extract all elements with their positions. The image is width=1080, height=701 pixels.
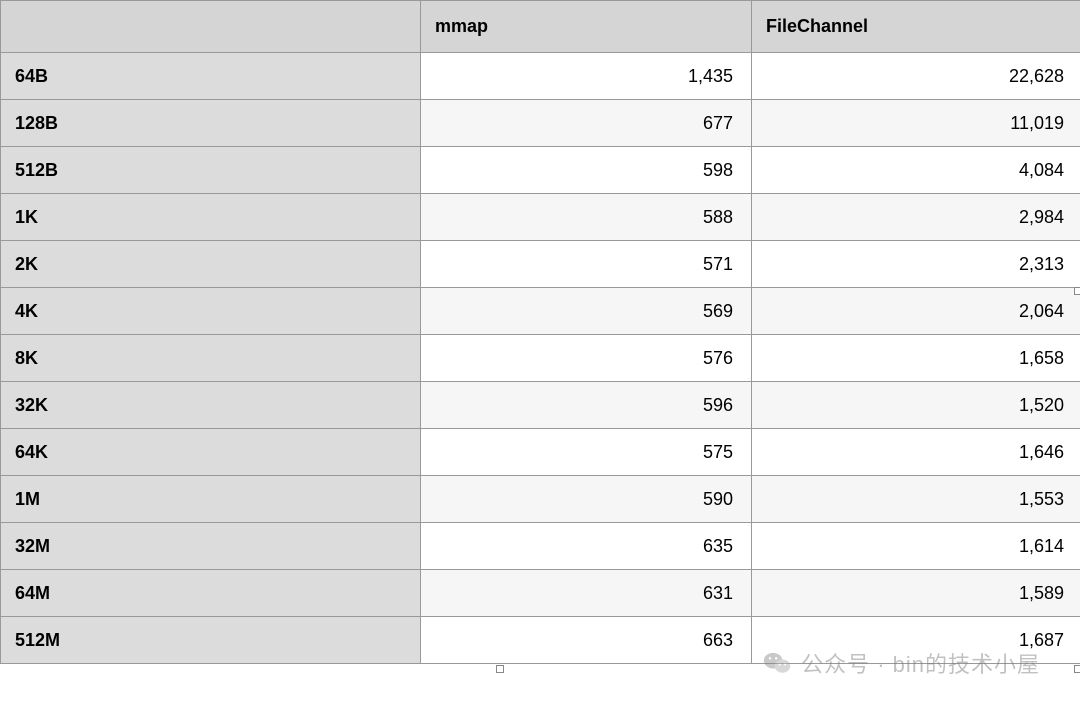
- cell-filechannel: 22,628: [752, 53, 1080, 100]
- cell-mmap: 1,435: [421, 53, 752, 100]
- cell-mmap: 631: [421, 570, 752, 617]
- row-label: 64B: [1, 53, 421, 100]
- cell-filechannel: 11,019: [752, 100, 1080, 147]
- header-mmap: mmap: [421, 1, 752, 53]
- cell-filechannel: 1,646: [752, 429, 1080, 476]
- cell-filechannel: 2,064: [752, 288, 1080, 335]
- cell-mmap: 575: [421, 429, 752, 476]
- row-label: 4K: [1, 288, 421, 335]
- table-row: 2K 571 2,313: [1, 241, 1080, 288]
- table-row: 8K 576 1,658: [1, 335, 1080, 382]
- header-row: mmap FileChannel: [1, 1, 1080, 53]
- row-label: 128B: [1, 100, 421, 147]
- cell-mmap: 588: [421, 194, 752, 241]
- cell-filechannel: 1,658: [752, 335, 1080, 382]
- row-label: 512M: [1, 617, 421, 664]
- row-label: 32K: [1, 382, 421, 429]
- row-label: 64M: [1, 570, 421, 617]
- cell-mmap: 569: [421, 288, 752, 335]
- row-label: 8K: [1, 335, 421, 382]
- table-row: 4K 569 2,064: [1, 288, 1080, 335]
- row-label: 512B: [1, 147, 421, 194]
- row-label: 2K: [1, 241, 421, 288]
- cell-filechannel: 4,084: [752, 147, 1080, 194]
- cell-filechannel: 1,614: [752, 523, 1080, 570]
- cell-mmap: 596: [421, 382, 752, 429]
- cell-mmap: 571: [421, 241, 752, 288]
- row-label: 1M: [1, 476, 421, 523]
- table-row: 64B 1,435 22,628: [1, 53, 1080, 100]
- table-row: 32M 635 1,614: [1, 523, 1080, 570]
- table-row: 1K 588 2,984: [1, 194, 1080, 241]
- table-row: 1M 590 1,553: [1, 476, 1080, 523]
- row-label: 1K: [1, 194, 421, 241]
- cell-mmap: 663: [421, 617, 752, 664]
- table-row: 64M 631 1,589: [1, 570, 1080, 617]
- cell-mmap: 598: [421, 147, 752, 194]
- row-label: 64K: [1, 429, 421, 476]
- selection-handle-icon: [1074, 665, 1080, 673]
- cell-filechannel: 1,589: [752, 570, 1080, 617]
- cell-filechannel: 1,553: [752, 476, 1080, 523]
- table-row: 32K 596 1,520: [1, 382, 1080, 429]
- header-empty: [1, 1, 421, 53]
- cell-mmap: 590: [421, 476, 752, 523]
- row-label: 32M: [1, 523, 421, 570]
- cell-mmap: 677: [421, 100, 752, 147]
- table-row: 64K 575 1,646: [1, 429, 1080, 476]
- cell-filechannel: 1,687: [752, 617, 1080, 664]
- cell-mmap: 635: [421, 523, 752, 570]
- table-row: 128B 677 11,019: [1, 100, 1080, 147]
- header-filechannel: FileChannel: [752, 1, 1080, 53]
- cell-filechannel: 2,984: [752, 194, 1080, 241]
- table-row: 512B 598 4,084: [1, 147, 1080, 194]
- selection-handle-icon: [496, 665, 504, 673]
- benchmark-table: mmap FileChannel 64B 1,435 22,628 128B 6…: [0, 0, 1080, 664]
- table-row: 512M 663 1,687: [1, 617, 1080, 664]
- cell-mmap: 576: [421, 335, 752, 382]
- cell-filechannel: 2,313: [752, 241, 1080, 288]
- cell-filechannel: 1,520: [752, 382, 1080, 429]
